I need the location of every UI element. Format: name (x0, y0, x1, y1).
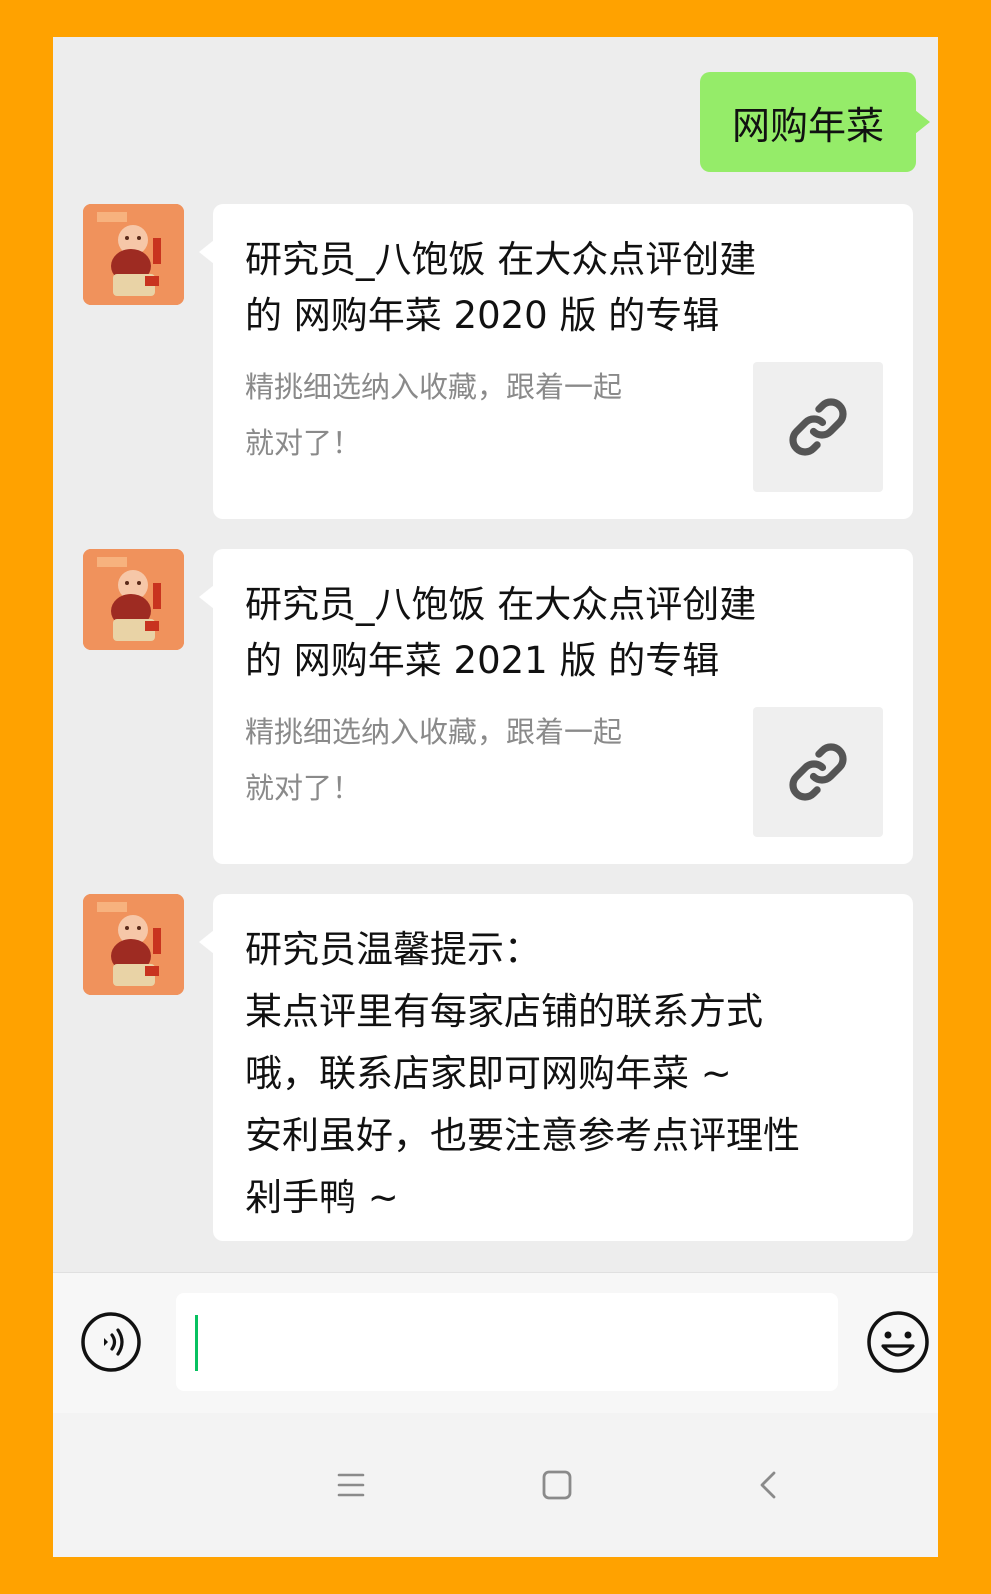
bot-avatar[interactable] (83, 204, 184, 305)
tip-message-text: 研究员温馨提示： 某点评里有每家店铺的联系方式 哦，联系店家即可网购年菜 ~ 安… (245, 919, 895, 1229)
text-caret (195, 1315, 198, 1371)
link-icon (789, 398, 847, 456)
link-card-description: 精挑细选纳入收藏，跟着一起 就对了！ (245, 704, 715, 816)
emoji-icon[interactable] (865, 1309, 931, 1375)
link-icon (789, 743, 847, 801)
link-card[interactable]: 研究员_八饱饭 在大众点评创建 的 网购年菜 2020 版 的专辑 精挑细选纳入… (199, 204, 913, 519)
voice-icon[interactable] (80, 1311, 142, 1373)
sent-message-bubble[interactable]: 网购年菜 (699, 72, 931, 172)
sent-message-text: 网购年菜 (731, 103, 884, 148)
link-card[interactable]: 研究员_八饱饭 在大众点评创建 的 网购年菜 2021 版 的专辑 精挑细选纳入… (199, 549, 913, 864)
link-card-thumbnail (753, 707, 883, 837)
back-icon[interactable] (749, 1465, 789, 1505)
system-navigation-bar (53, 1413, 938, 1557)
link-card-title: 研究员_八饱饭 在大众点评创建 的 网购年菜 2021 版 的专辑 (245, 577, 875, 689)
chat-input-bar (53, 1272, 938, 1413)
bot-avatar[interactable] (83, 894, 184, 995)
bot-avatar[interactable] (83, 549, 184, 650)
link-card-description: 精挑细选纳入收藏，跟着一起 就对了！ (245, 359, 715, 471)
link-card-description-line: 就对了！ (245, 426, 362, 460)
home-icon[interactable] (537, 1465, 577, 1505)
link-card-title-line: 的 网购年菜 2020 版 的专辑 (245, 294, 720, 337)
avatar-illustration-icon (83, 204, 184, 305)
link-card-title-line: 研究员_八饱饭 在大众点评创建 (245, 583, 757, 626)
tip-line: 哦，联系店家即可网购年菜 ~ (245, 1052, 732, 1095)
link-card-thumbnail (753, 362, 883, 492)
link-card-description-line: 就对了！ (245, 771, 362, 805)
message-input[interactable] (176, 1293, 838, 1391)
link-card-title-line: 研究员_八饱饭 在大众点评创建 (245, 238, 757, 281)
tip-line: 研究员温馨提示： (245, 928, 541, 971)
menu-icon[interactable] (331, 1465, 371, 1505)
link-card-description-line: 精挑细选纳入收藏，跟着一起 (245, 370, 623, 404)
tip-line: 安利虽好，也要注意参考点评理性 (245, 1114, 800, 1157)
link-card-title: 研究员_八饱饭 在大众点评创建 的 网购年菜 2020 版 的专辑 (245, 232, 875, 344)
link-card-title-line: 的 网购年菜 2021 版 的专辑 (245, 639, 720, 682)
tip-message-bubble[interactable]: 研究员温馨提示： 某点评里有每家店铺的联系方式 哦，联系店家即可网购年菜 ~ 安… (199, 894, 913, 1241)
link-card-description-line: 精挑细选纳入收藏，跟着一起 (245, 715, 623, 749)
avatar-illustration-icon (83, 549, 184, 650)
tip-line: 某点评里有每家店铺的联系方式 (245, 990, 763, 1033)
tip-line: 剁手鸭 ~ (245, 1176, 399, 1219)
avatar-illustration-icon (83, 894, 184, 995)
chat-screen: 网购年菜 研究员_八饱饭 在大众点评创建 的 网购年菜 2020 版 的专辑 精… (53, 37, 938, 1557)
